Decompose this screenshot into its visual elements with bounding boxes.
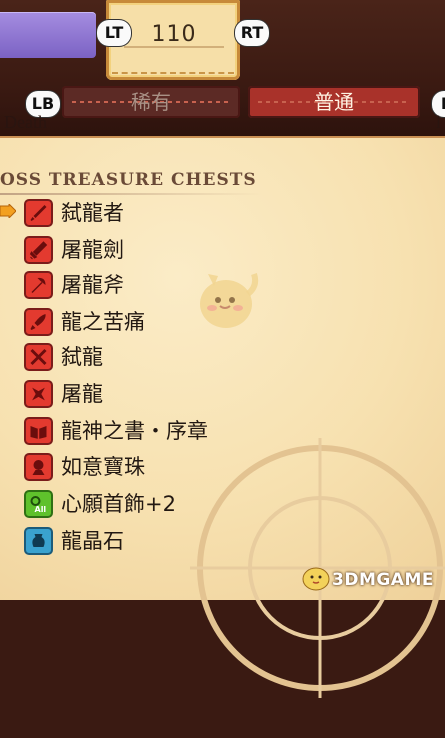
item-label: 弑龍者: [61, 201, 124, 225]
item-label: 屠龍: [61, 382, 103, 406]
item-label: 弑龍: [61, 345, 103, 369]
lt-button[interactable]: LT: [97, 20, 131, 46]
crystal-pot-icon: [24, 527, 53, 555]
filter-normal-tab[interactable]: 普通: [248, 86, 420, 118]
filter-rare-tab[interactable]: 稀有: [62, 86, 240, 118]
list-item[interactable]: 如意寶珠: [24, 452, 324, 482]
broadsword-icon: [24, 236, 53, 264]
watermark-logo-icon: [302, 567, 330, 591]
section-title: OSS TREASURE CHESTS: [0, 170, 257, 190]
orb-icon: [24, 453, 53, 481]
list-item[interactable]: 龍晶石: [24, 526, 324, 556]
item-label: 龍神之書・序章: [61, 419, 208, 443]
item-label: 心願首飾+2: [61, 492, 176, 516]
rt-button[interactable]: RT: [235, 20, 269, 46]
list-item[interactable]: All 心願首飾+2: [24, 489, 324, 519]
axe-icon: [24, 271, 53, 299]
dagger-icon: [24, 308, 53, 336]
list-item[interactable]: 屠龍劍: [24, 235, 324, 265]
partial-death-label: Death: [4, 112, 47, 132]
partial-right-label: l: [436, 112, 442, 132]
svg-text:All: All: [35, 505, 47, 514]
crossed-swords-icon: [24, 343, 53, 371]
list-item[interactable]: 屠龍斧: [24, 270, 324, 300]
accessory-all-icon: All: [24, 490, 53, 518]
selection-cursor-icon: [0, 204, 16, 218]
section-divider: [0, 193, 262, 195]
item-label: 屠龍斧: [61, 273, 124, 297]
filter-rare-label: 稀有: [131, 90, 171, 114]
filter-normal-label: 普通: [314, 90, 354, 114]
watermark-text: 3DMGAME: [332, 570, 434, 590]
sword-icon: [24, 199, 53, 227]
item-label: 屠龍劍: [61, 238, 124, 262]
list-item[interactable]: 龍神之書・序章: [24, 416, 324, 446]
list-item[interactable]: 屠龍: [24, 379, 324, 409]
list-item[interactable]: 弑龍者: [24, 198, 324, 228]
quantity-value: 110: [151, 22, 197, 47]
category-tab[interactable]: [0, 12, 96, 58]
item-label: 龍之苦痛: [61, 310, 145, 334]
item-label: 龍晶石: [61, 529, 124, 553]
list-item[interactable]: 龍之苦痛: [24, 307, 324, 337]
book-icon: [24, 417, 53, 445]
item-label: 如意寶珠: [61, 455, 145, 479]
shuriken-icon: [24, 380, 53, 408]
list-item[interactable]: 弑龍: [24, 342, 324, 372]
